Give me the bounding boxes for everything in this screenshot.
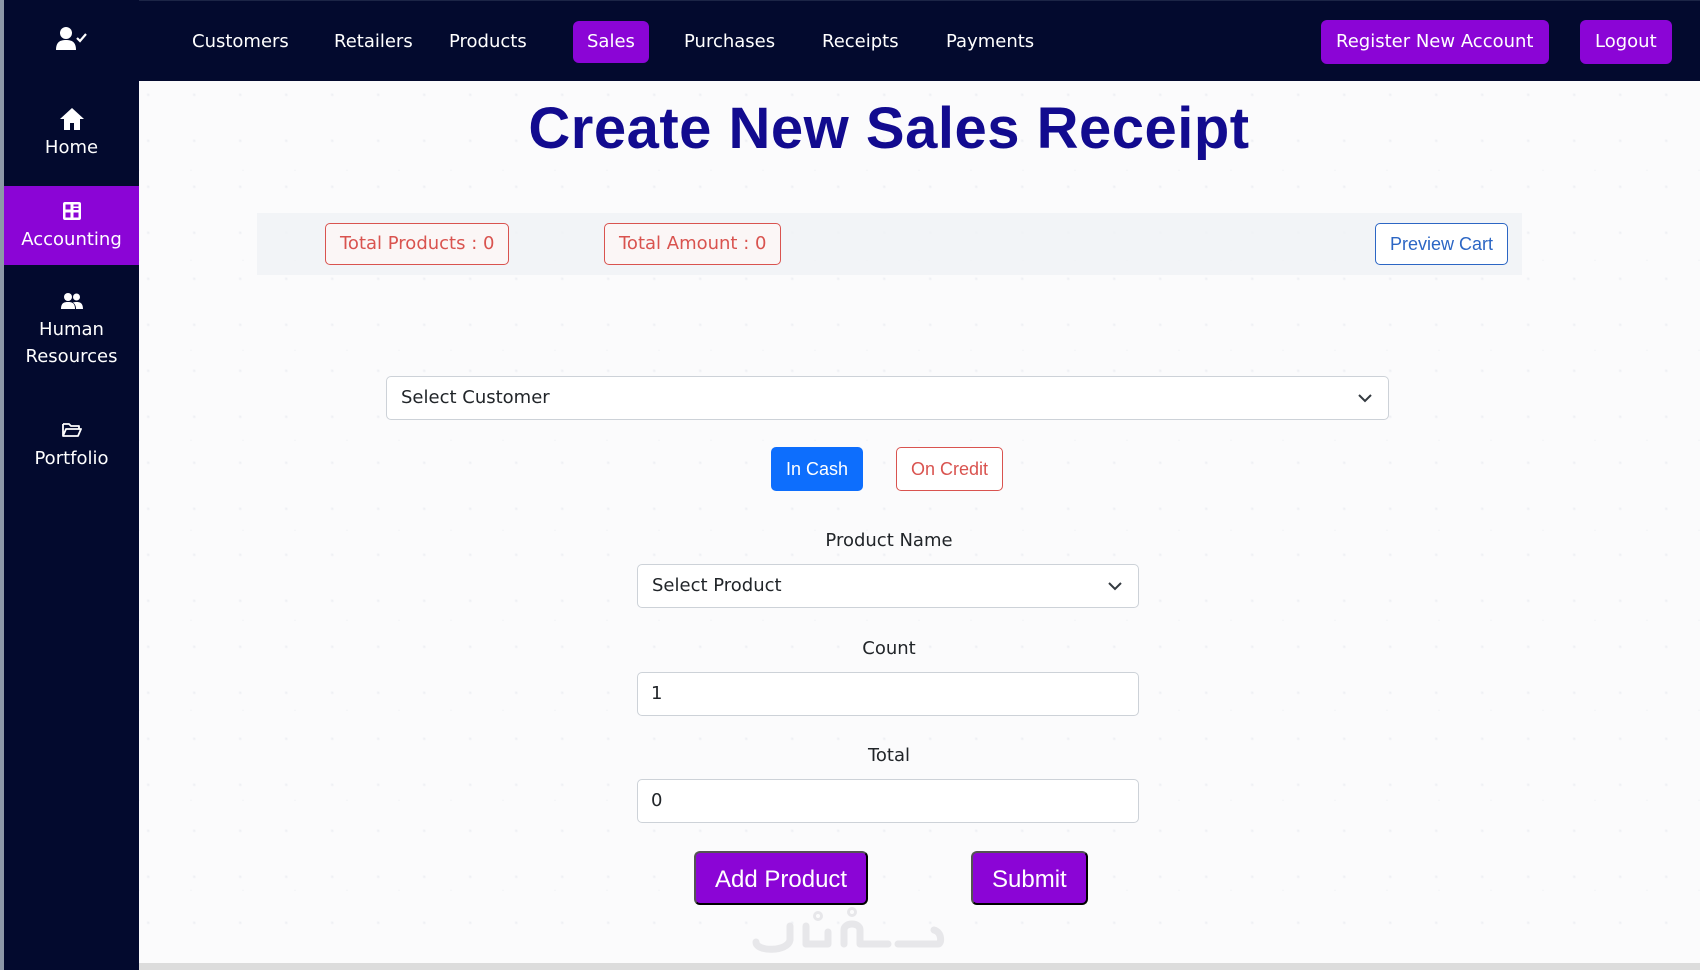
- customer-select-value: Select Customer: [401, 387, 550, 408]
- nav-payments[interactable]: Payments: [932, 21, 1048, 63]
- submit-button[interactable]: Submit: [971, 851, 1088, 905]
- chevron-down-icon: [1108, 565, 1122, 607]
- main-content: Create New Sales Receipt Total Products …: [139, 81, 1700, 970]
- nav-products[interactable]: Products: [435, 21, 541, 63]
- product-select-value: Select Product: [652, 575, 782, 596]
- add-product-button[interactable]: Add Product: [694, 851, 869, 905]
- sidebar-item-human-resources[interactable]: Human Resources: [4, 265, 139, 393]
- nav-receipts[interactable]: Receipts: [808, 21, 913, 63]
- preview-cart-button[interactable]: Preview Cart: [1374, 223, 1508, 265]
- folder-icon: [61, 417, 82, 443]
- sidebar-item-label: Accounting: [21, 229, 122, 250]
- sidebar-item-portfolio[interactable]: Portfolio: [4, 393, 139, 495]
- sidebar-item-home[interactable]: Home: [4, 81, 139, 186]
- nav-purchases[interactable]: Purchases: [670, 21, 789, 63]
- chevron-down-icon: [1358, 377, 1372, 419]
- page-title: Create New Sales Receipt: [528, 96, 1250, 161]
- nav-sales[interactable]: Sales: [573, 21, 649, 63]
- product-select[interactable]: Select Product: [637, 564, 1139, 608]
- watermark-logo: [748, 904, 948, 959]
- count-label: Count: [862, 638, 916, 659]
- total-products-badge: Total Products : 0: [325, 223, 510, 265]
- sidebar-item-label: Human Resources: [25, 319, 118, 367]
- users-icon: [60, 288, 83, 314]
- total-label: Total: [867, 745, 911, 766]
- register-new-account-button[interactable]: Register New Account: [1321, 20, 1549, 64]
- count-input[interactable]: 1: [637, 672, 1139, 716]
- brand: [4, 0, 139, 81]
- in-cash-button[interactable]: In Cash: [771, 447, 864, 491]
- home-icon: [59, 106, 85, 132]
- user-check-icon: [55, 26, 88, 56]
- sidebar-item-accounting[interactable]: Accounting: [4, 186, 139, 265]
- cart-summary-bar: Total Products : 0 Total Amount : 0 Prev…: [257, 213, 1522, 275]
- sidebar: Home Accounting Human Resources Portfoli…: [0, 0, 139, 970]
- nav-retailers[interactable]: Retailers: [320, 21, 427, 63]
- customer-select[interactable]: Select Customer: [386, 376, 1389, 420]
- nav-customers[interactable]: Customers: [178, 21, 303, 63]
- sidebar-item-label: Home: [44, 137, 99, 158]
- product-name-label: Product Name: [825, 530, 953, 551]
- accounting-icon: [62, 198, 82, 224]
- total-amount-badge: Total Amount : 0: [604, 223, 782, 265]
- total-input[interactable]: 0: [637, 779, 1139, 823]
- on-credit-button[interactable]: On Credit: [896, 447, 1004, 491]
- top-navbar: Customers Retailers Products Sales Purch…: [139, 0, 1700, 81]
- sidebar-item-label: Portfolio: [34, 447, 109, 469]
- logout-button[interactable]: Logout: [1580, 20, 1672, 64]
